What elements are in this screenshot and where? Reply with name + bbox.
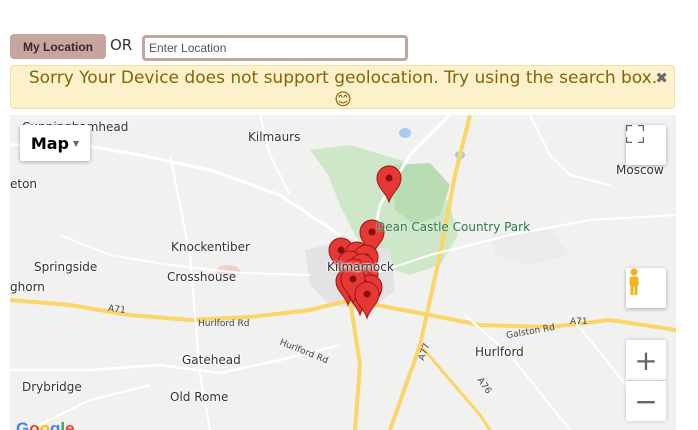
place-label: Gatehead xyxy=(182,353,241,367)
google-logo: Google xyxy=(16,419,75,430)
street-view-button[interactable] xyxy=(626,268,666,308)
alert-message: Sorry Your Device does not support geolo… xyxy=(28,68,658,110)
location-bar: My Location OR xyxy=(10,34,410,61)
place-label: Hurlford xyxy=(475,345,524,359)
place-label: Drybridge xyxy=(22,380,82,394)
place-label: Kilmarnock xyxy=(327,260,394,274)
geolocation-alert: Sorry Your Device does not support geolo… xyxy=(10,65,675,110)
chevron-down-icon: ▼ xyxy=(73,138,80,148)
pegman-icon xyxy=(629,268,639,295)
fullscreen-icon xyxy=(626,125,644,143)
close-icon[interactable]: ✖ xyxy=(655,69,668,87)
map-type-selector[interactable]: Map ▼ xyxy=(20,125,90,161)
road-label: Hurlford Rd xyxy=(198,319,250,329)
location-search-input[interactable] xyxy=(142,35,408,61)
map-view[interactable]: Cunninghamhead Kilmaurs Moscow eton Knoc… xyxy=(10,115,676,430)
place-label: Kilmaurs xyxy=(248,130,301,144)
place-label: eton xyxy=(10,177,38,191)
place-label: Springside xyxy=(34,260,98,274)
place-label: Crosshouse xyxy=(167,270,237,284)
my-location-button[interactable]: My Location xyxy=(10,34,106,59)
fullscreen-button[interactable] xyxy=(626,125,666,165)
zoom-out-button[interactable]: − xyxy=(626,381,666,421)
park-label: Dean Castle Country Park xyxy=(376,220,531,234)
place-label: ghorn xyxy=(10,280,45,294)
place-label: Moscow xyxy=(616,163,664,177)
or-separator: OR xyxy=(110,36,133,54)
place-label: Knockentiber xyxy=(171,240,250,254)
place-label: Old Rome xyxy=(170,390,229,404)
road-label: A71 xyxy=(570,317,588,327)
zoom-in-button[interactable]: + xyxy=(626,340,666,380)
map-type-label: Map xyxy=(30,133,69,153)
